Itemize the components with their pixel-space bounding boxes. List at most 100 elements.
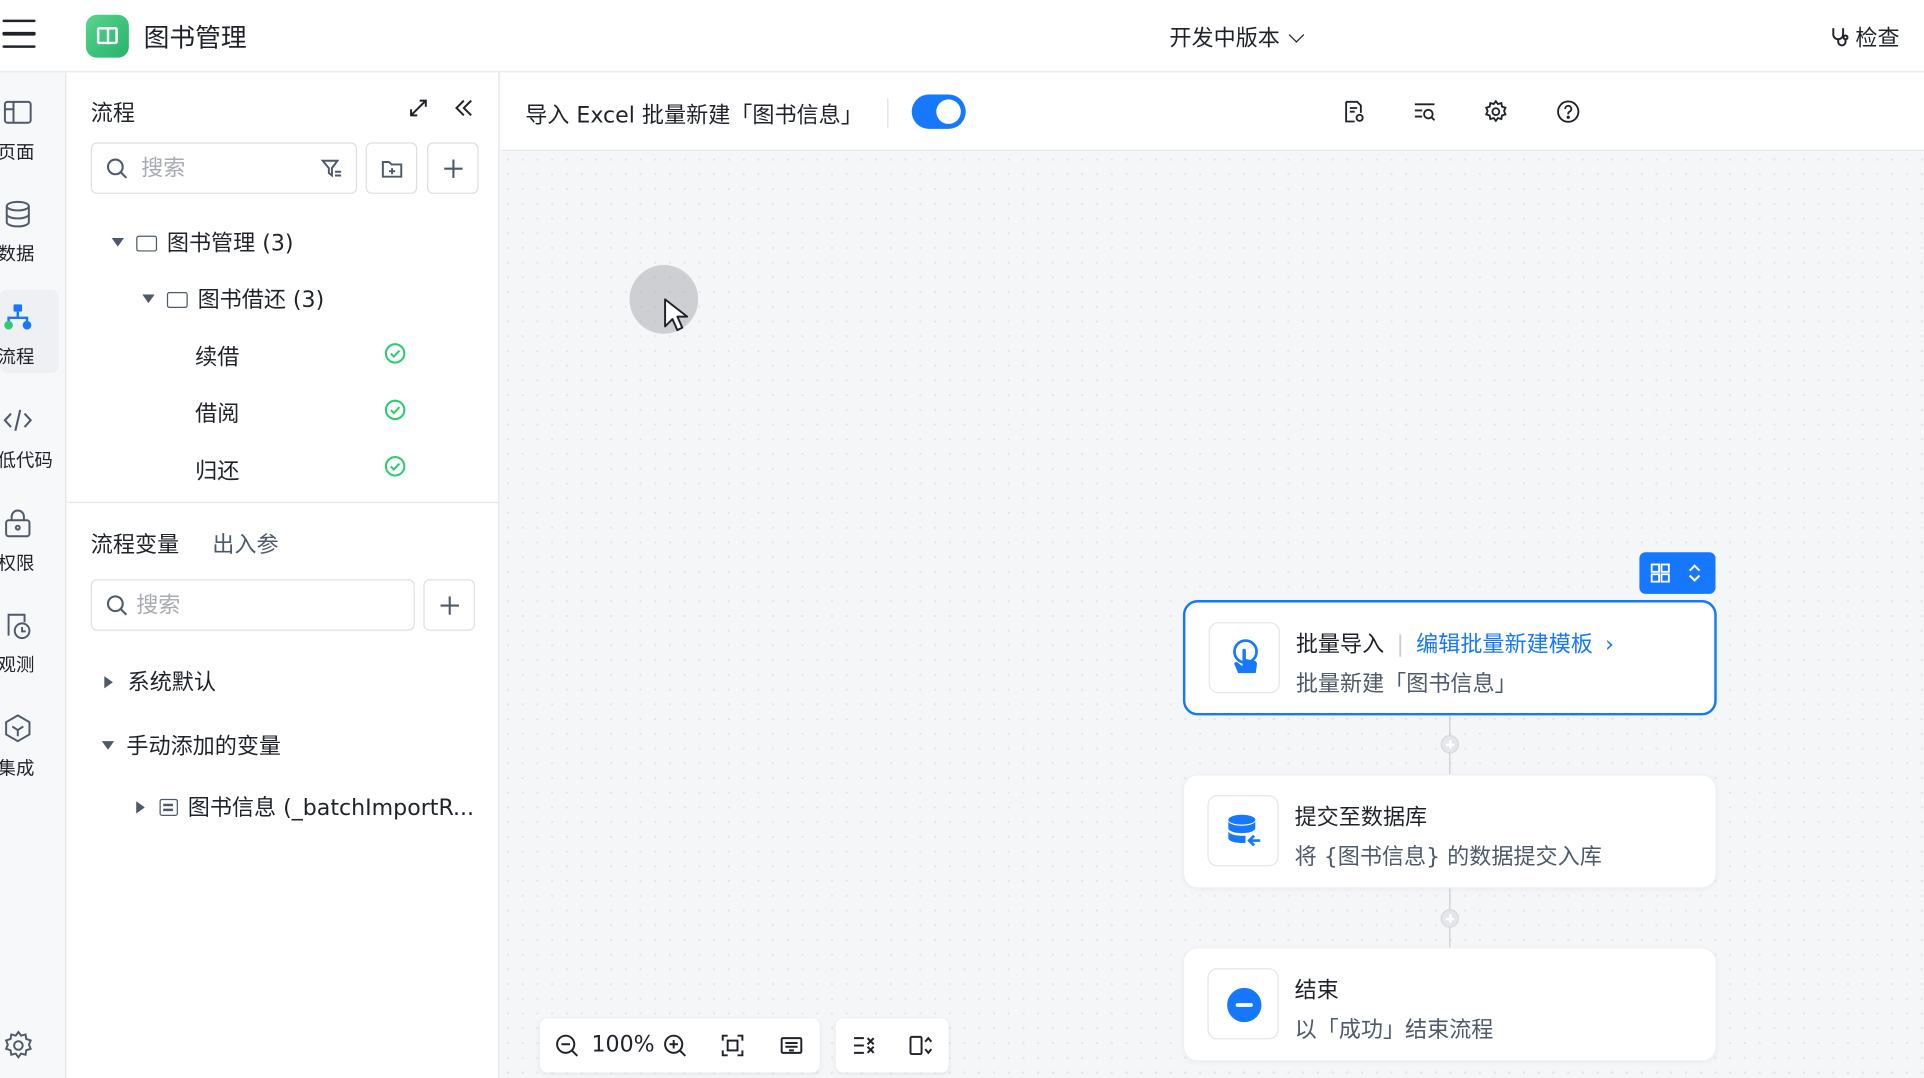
tree-item-label: 归还 <box>195 458 240 485</box>
lock-icon <box>5 509 31 538</box>
stethoscope-icon <box>1832 28 1849 47</box>
search-icon <box>106 158 128 179</box>
check-circle-icon <box>384 399 406 421</box>
observe-icon <box>7 613 31 640</box>
node-layout-button[interactable] <box>1639 552 1716 594</box>
rail-item-observe[interactable]: 观测 <box>0 598 59 681</box>
add-variable-button[interactable] <box>423 579 475 631</box>
tab-io-params[interactable]: 出入参 <box>212 528 278 560</box>
node-batch-import[interactable]: 批量导入 | 编辑批量新建模板 › 批量新建「图书信息」 <box>1182 600 1717 716</box>
main-area: 导入 Excel 批量新建「图书信息」 批量导入 | 编辑批量新建模板 › 批量新建 <box>500 72 1924 1078</box>
layout-icon <box>1650 563 1670 583</box>
flow-enabled-toggle[interactable] <box>911 94 966 129</box>
page-icon <box>3 100 32 124</box>
chevron-down-icon <box>1288 27 1305 43</box>
rail-item-integration[interactable]: 集成 <box>0 701 59 784</box>
expand-icon[interactable] <box>407 97 429 119</box>
tree-item-label: 借阅 <box>195 401 240 428</box>
chevron-right-icon[interactable]: › <box>1605 632 1614 658</box>
document-settings-icon[interactable] <box>1341 99 1366 124</box>
caret-right-icon <box>104 676 113 689</box>
app-logo <box>85 14 129 58</box>
caret-down-icon <box>111 238 124 247</box>
node-submit-database[interactable]: 提交至数据库 将 {图书信息} 的数据提交入库 <box>1182 774 1717 889</box>
title-separator: | <box>1396 631 1404 658</box>
double-chevron-left-icon[interactable] <box>453 97 475 119</box>
variable-group-system[interactable]: 系统默认 <box>104 665 216 697</box>
rail-item-permission[interactable]: 权限 <box>0 496 59 579</box>
node-icon-box <box>1207 968 1279 1040</box>
flow-icon <box>4 304 32 330</box>
flow-name[interactable]: 导入 Excel 批量新建「图书信息」 <box>525 98 863 130</box>
add-node-plus-icon[interactable] <box>1440 909 1460 928</box>
tab-flow-variables[interactable]: 流程变量 <box>91 528 179 560</box>
hamburger-menu-icon[interactable] <box>2 19 36 52</box>
database-icon <box>5 200 30 228</box>
code-icon <box>3 409 33 431</box>
panel-title: 流程 <box>90 100 135 127</box>
rail-label: 数据 <box>0 242 35 266</box>
new-folder-button[interactable] <box>365 142 418 194</box>
variable-item-label: 图书信息 (_batchImportR... <box>187 795 475 821</box>
database-submit-icon <box>1228 814 1261 847</box>
rail-label: 观测 <box>0 654 35 677</box>
collapse-all-icon[interactable] <box>852 1033 877 1058</box>
integration-icon <box>5 714 31 743</box>
rail-item-code[interactable]: 低代码 <box>0 393 59 476</box>
expand-panel-icon[interactable] <box>908 1033 933 1058</box>
plus-icon <box>440 596 459 615</box>
end-icon <box>1227 987 1262 1023</box>
fit-view-icon[interactable] <box>720 1033 745 1058</box>
node-icon-box <box>1207 795 1279 867</box>
rail-label: 集成 <box>0 757 35 780</box>
node-end[interactable]: 结束 以「成功」结束流程 <box>1182 947 1717 1062</box>
variable-search-box <box>90 579 415 631</box>
node-subtitle: 以「成功」结束流程 <box>1294 1017 1494 1044</box>
check-circle-icon <box>384 343 406 364</box>
rail-item-data[interactable]: 数据 <box>0 187 59 270</box>
folder-add-icon <box>381 160 403 178</box>
node-title-line: 批量导入 | 编辑批量新建模板 › <box>1296 627 1614 659</box>
flow-toolbar: 导入 Excel 批量新建「图书信息」 <box>500 72 1924 151</box>
search-list-icon[interactable] <box>1412 99 1437 124</box>
zoom-level: 100% <box>591 1031 655 1058</box>
rail-item-flow[interactable]: 流程 <box>0 289 59 374</box>
tree-folder-label: 图书管理 (3) <box>166 230 294 257</box>
filter-icon[interactable] <box>320 157 343 180</box>
help-icon[interactable] <box>1556 99 1581 124</box>
rail-label: 流程 <box>0 346 35 369</box>
add-flow-button[interactable] <box>427 142 479 194</box>
variable-group-manual[interactable]: 手动添加的变量 <box>101 729 281 761</box>
edit-template-link[interactable]: 编辑批量新建模板 <box>1416 632 1593 658</box>
gear-icon[interactable] <box>1484 99 1509 124</box>
process-panel: 流程 图书管理 (3) 图书借还 (3) 续借 借阅 归还 流程变量 出入参 <box>67 72 500 1078</box>
tree-folder-child[interactable]: 图书借还 (3) <box>142 282 324 314</box>
tree-folder-label: 图书借还 (3) <box>197 287 325 313</box>
tree-item-borrow[interactable]: 借阅 <box>195 396 239 428</box>
zoom-out-icon[interactable] <box>555 1033 580 1058</box>
rail-item-page[interactable]: 页面 <box>0 85 59 168</box>
add-node-plus-icon[interactable] <box>1440 735 1460 754</box>
variable-group-label: 系统默认 <box>127 669 216 696</box>
flow-search-input[interactable] <box>141 150 313 186</box>
variable-search-input[interactable] <box>136 587 382 623</box>
check-button[interactable]: 检查 <box>1830 21 1900 53</box>
zoom-in-icon[interactable] <box>663 1033 688 1058</box>
app-title: 图书管理 <box>143 23 247 53</box>
plus-icon <box>444 159 463 178</box>
tree-item-renew[interactable]: 续借 <box>195 340 239 372</box>
caret-right-icon <box>136 801 145 814</box>
minimap-icon[interactable] <box>779 1033 804 1058</box>
table-icon <box>159 798 178 817</box>
settings-gear-icon[interactable] <box>2 1030 34 1062</box>
flow-canvas[interactable]: 批量导入 | 编辑批量新建模板 › 批量新建「图书信息」 提交至数据库 将 {图书信息… <box>500 152 1924 1078</box>
chevron-up-down-icon <box>1688 564 1701 582</box>
node-icon-box <box>1208 622 1280 694</box>
tree-folder-root[interactable]: 图书管理 (3) <box>111 226 294 258</box>
variable-item[interactable]: 图书信息 (_batchImportR... <box>136 790 474 822</box>
panel-divider <box>67 501 500 504</box>
node-title: 批量导入 <box>1295 631 1385 658</box>
version-label: 开发中版本 <box>1169 25 1280 52</box>
version-dropdown[interactable]: 开发中版本 <box>1169 21 1305 53</box>
tree-item-return[interactable]: 归还 <box>195 454 239 486</box>
